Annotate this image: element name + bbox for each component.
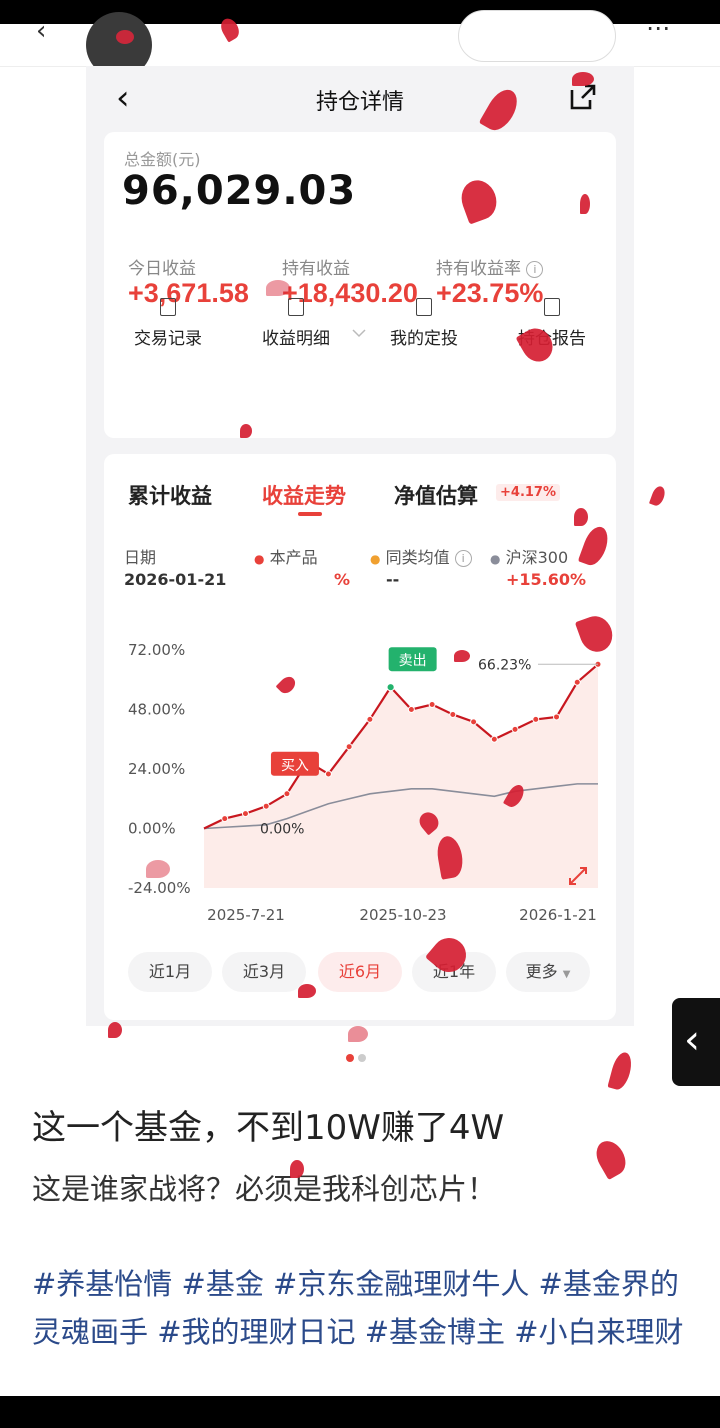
period-3m[interactable]: 近3月: [222, 952, 306, 992]
data-point: [428, 701, 436, 709]
data-point: [345, 743, 353, 751]
tab-nav-estimate[interactable]: 净值估算: [394, 480, 478, 510]
data-point: [407, 706, 415, 713]
navigation-bar: [0, 1396, 720, 1428]
legend-product-value: %: [334, 570, 351, 589]
profit-trend-chart[interactable]: 72.00% 48.00% 24.00% 0.00% -24.00% 2025-7-21 2…: [86, 626, 634, 926]
info-icon[interactable]: i: [526, 260, 544, 278]
y-tick-label: 72.00%: [128, 641, 185, 659]
data-point: [490, 735, 498, 743]
estimate-badge: +4.17%: [496, 484, 560, 501]
data-point: [573, 678, 581, 686]
data-point: [324, 770, 332, 778]
side-drawer-handle[interactable]: ‹: [672, 998, 720, 1086]
dropdown-icon: ▼: [562, 969, 571, 980]
post-header: ‹ ⋯: [0, 10, 720, 78]
tab-cumulative[interactable]: 累计收益: [128, 480, 212, 510]
follow-button[interactable]: [458, 10, 616, 62]
asset-summary-card: 总金额(元) 96,029.03 今日收益 +3,671.58 持有收益 +18…: [104, 132, 616, 438]
post-hashtags[interactable]: #养基怡情 #基金 #京东金融理财牛人 #基金界的灵魂画手 #我的理财日记 #基…: [32, 1260, 702, 1356]
period-more[interactable]: 更多 ▼: [506, 952, 590, 992]
x-tick-label: 2026-1-21: [519, 906, 597, 924]
legend-index-value: +15.60%: [506, 570, 587, 589]
period-1m[interactable]: 近1月: [128, 952, 212, 992]
peer-info-icon[interactable]: i: [454, 550, 472, 567]
data-point: [511, 725, 519, 733]
back-icon[interactable]: ‹: [36, 16, 46, 46]
tab-trend[interactable]: 收益走势: [262, 480, 346, 510]
y-tick-label: 24.00%: [128, 760, 185, 778]
data-point: [449, 710, 457, 718]
legend-product: ● 本产品: [254, 548, 318, 567]
detail-icon: [288, 298, 304, 316]
y-tick-label: -24.00%: [128, 879, 191, 897]
buy-label: 买入: [281, 758, 309, 774]
page-title: 持仓详情: [315, 90, 404, 115]
carousel-dots: [346, 1047, 370, 1066]
action-transactions[interactable]: 交易记录: [118, 298, 218, 349]
date-value: 2026-01-21: [124, 570, 227, 589]
legend-peer-value: --: [386, 570, 400, 589]
holding-profit-label: 持有收益: [282, 259, 350, 279]
plan-icon: [416, 298, 432, 316]
tab-underline: [298, 512, 322, 516]
chevron-left-icon: ‹: [684, 1017, 700, 1063]
data-point: [262, 802, 270, 810]
report-icon: [544, 298, 560, 316]
action-auto-invest[interactable]: 我的定投: [374, 298, 474, 349]
data-point: [470, 718, 478, 726]
start-label: 0.00%: [260, 822, 304, 838]
x-tick-label: 2025-7-21: [207, 906, 285, 924]
sell-label: 卖出: [399, 653, 427, 669]
data-point: [241, 810, 249, 818]
data-point: [283, 790, 291, 798]
total-value: 96,029.03: [122, 168, 357, 214]
y-tick-label: 0.00%: [128, 820, 176, 838]
max-label: 66.23%: [478, 657, 531, 673]
legend-index: ● 沪深300: [490, 548, 569, 567]
share-icon[interactable]: [568, 82, 598, 112]
expand-chevron-icon[interactable]: [352, 328, 366, 338]
holding-rate-label: 持有收益率 i: [436, 254, 544, 279]
receipt-icon: [160, 298, 176, 316]
screenshot-image[interactable]: ‹ 持仓详情 总金额(元) 96,029.03 今日收益 +3,671.58 持…: [86, 66, 634, 1026]
period-6m[interactable]: 近6月: [318, 952, 402, 992]
action-profit-detail[interactable]: 收益明细: [246, 298, 346, 349]
post-subtitle: 这是谁家战将？必须是我科创芯片！: [32, 1172, 497, 1206]
today-profit-label: 今日收益: [128, 259, 196, 279]
total-label: 总金额(元): [124, 150, 201, 169]
more-icon[interactable]: ⋯: [646, 14, 670, 42]
y-tick-label: 48.00%: [128, 701, 185, 719]
sell-point: [386, 683, 395, 692]
x-tick-label: 2025-10-23: [359, 906, 446, 924]
data-point: [553, 713, 561, 721]
legend-peer: ● 同类均值 i: [370, 544, 472, 568]
data-point: [221, 815, 229, 823]
date-label: 日期: [124, 548, 157, 567]
post-title: 这一个基金，不到10W赚了4W: [32, 1108, 505, 1148]
data-point: [366, 715, 374, 723]
data-point: [532, 715, 540, 723]
